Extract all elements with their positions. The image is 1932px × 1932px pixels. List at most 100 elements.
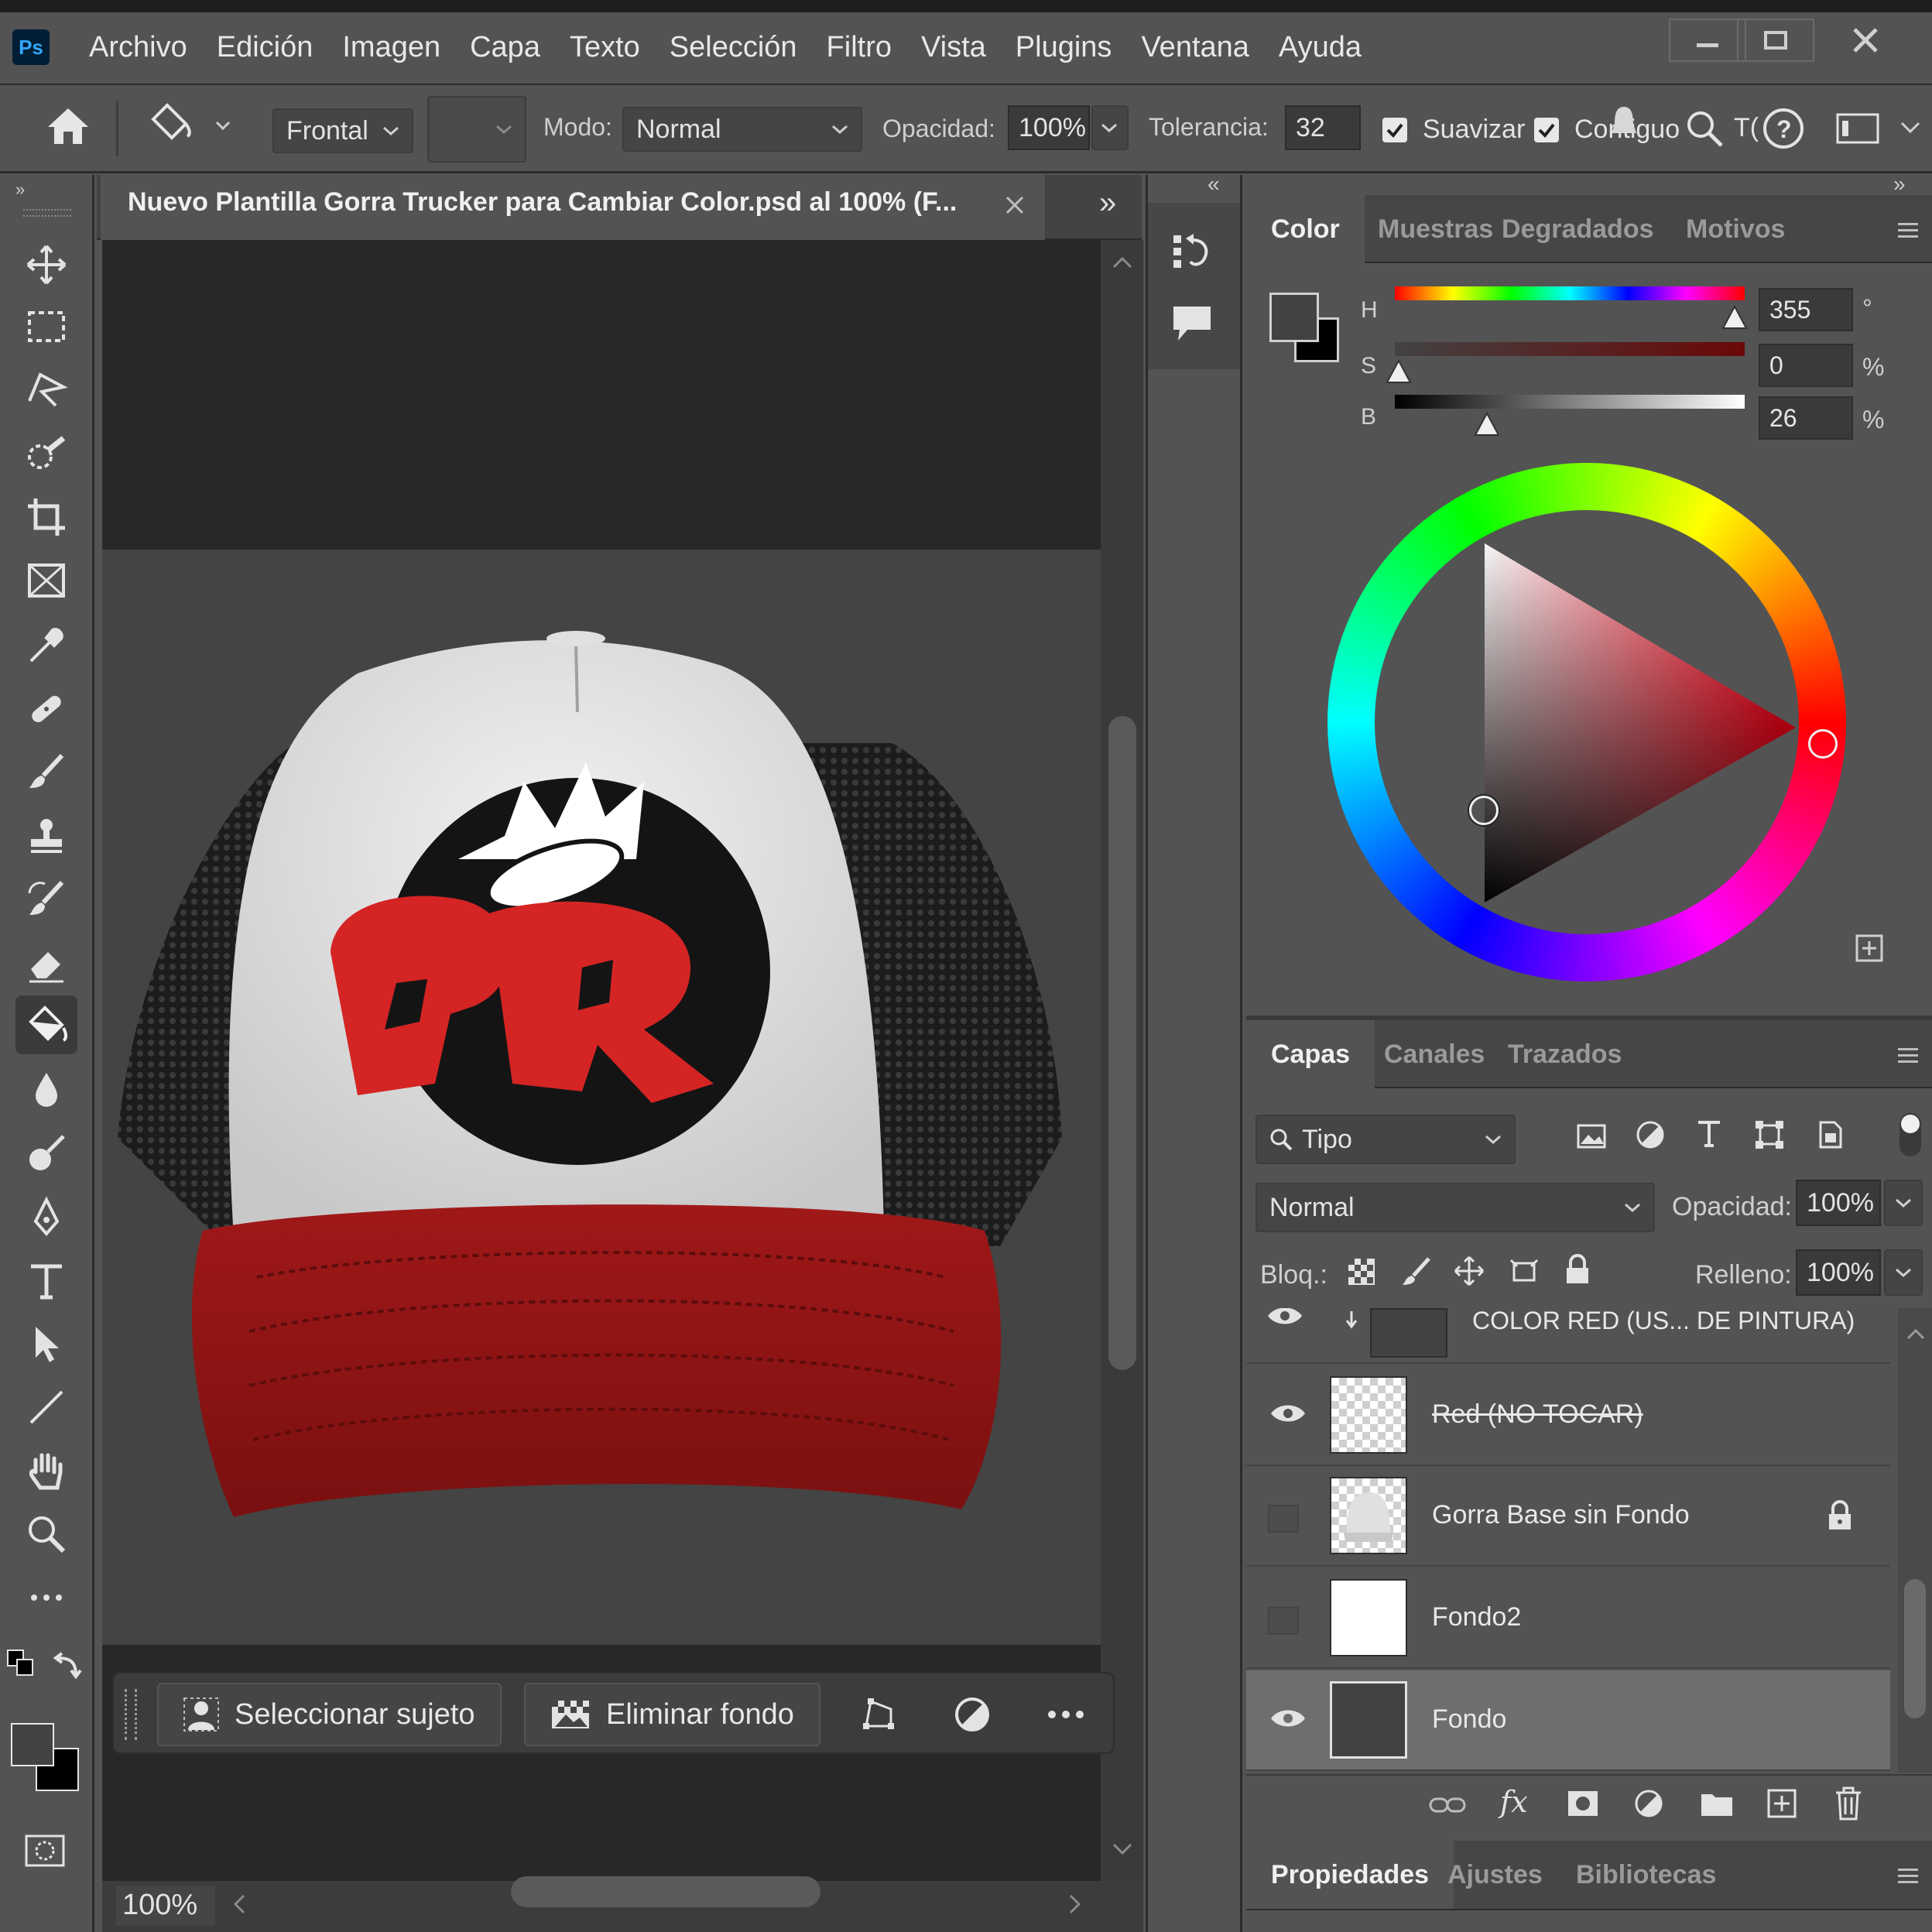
type-tool-icon[interactable]: [15, 1251, 77, 1310]
default-colors-icon[interactable]: [6, 1649, 37, 1684]
lock-position-icon[interactable]: [1454, 1255, 1485, 1286]
saturation-slider[interactable]: [1395, 342, 1745, 356]
help-icon[interactable]: ?: [1762, 107, 1805, 150]
remove-background-button[interactable]: Eliminar fondo: [524, 1683, 820, 1746]
quick-mask-icon[interactable]: [23, 1831, 67, 1874]
filter-smart-objects-icon[interactable]: [1814, 1119, 1845, 1150]
history-brush-tool-icon[interactable]: [15, 870, 77, 929]
hue-slider[interactable]: [1395, 286, 1745, 300]
scroll-up-icon[interactable]: [1112, 255, 1133, 269]
foreground-color-swatch[interactable]: [11, 1723, 54, 1766]
brush-tool-icon[interactable]: [15, 743, 77, 802]
saturation-slider-handle[interactable]: [1386, 359, 1412, 385]
frame-tool-icon[interactable]: [15, 551, 77, 610]
smooth-checkbox[interactable]: [1382, 118, 1407, 142]
layer-row-selected[interactable]: Fondo: [1246, 1670, 1890, 1771]
filter-pixel-layers-icon[interactable]: [1576, 1121, 1607, 1152]
tab-motivos[interactable]: Motivos: [1661, 195, 1810, 263]
layer-row[interactable]: Gorra Base sin Fondo: [1246, 1466, 1890, 1567]
opacity-dropdown[interactable]: [1091, 105, 1129, 150]
swap-colors-icon[interactable]: [53, 1649, 84, 1684]
hand-tool-icon[interactable]: [15, 1441, 77, 1500]
close-window-button[interactable]: [1827, 19, 1904, 62]
new-adjustment-layer-icon[interactable]: [1633, 1788, 1666, 1821]
quick-selection-tool-icon[interactable]: [15, 424, 77, 483]
menu-filtro[interactable]: Filtro: [812, 20, 906, 74]
zoom-level-field[interactable]: 100%: [116, 1886, 215, 1926]
link-layers-icon[interactable]: [1429, 1793, 1466, 1817]
bell-icon[interactable]: [1610, 102, 1638, 144]
vertical-scroll-thumb[interactable]: [1108, 716, 1136, 1370]
layer-opacity-dropdown[interactable]: [1884, 1180, 1923, 1226]
filter-toggle[interactable]: [1899, 1113, 1921, 1156]
hue-input[interactable]: 355: [1759, 288, 1853, 331]
delete-layer-trash-icon[interactable]: [1833, 1786, 1864, 1821]
layer-style-fx-icon[interactable]: fx: [1500, 1785, 1528, 1819]
menu-edicion[interactable]: Edición: [202, 20, 328, 74]
adjustment-layer-icon[interactable]: [953, 1695, 992, 1738]
brightness-slider[interactable]: [1395, 395, 1745, 409]
panel-grip[interactable]: [23, 209, 71, 217]
more-tools-icon[interactable]: [15, 1568, 77, 1627]
fill-source-select[interactable]: Frontal: [272, 108, 413, 153]
tab-color[interactable]: Color: [1246, 195, 1365, 263]
opacity-input[interactable]: 100%: [1008, 105, 1090, 150]
fill-input[interactable]: 100%: [1796, 1249, 1881, 1296]
layers-scroll-thumb[interactable]: [1904, 1579, 1926, 1718]
lock-artboard-icon[interactable]: [1508, 1255, 1540, 1286]
scroll-down-icon[interactable]: [1112, 1842, 1133, 1856]
saturation-input[interactable]: 0: [1759, 344, 1853, 387]
triangle-picker-handle[interactable]: [1469, 796, 1499, 825]
taskbar-grip[interactable]: [125, 1689, 137, 1740]
menu-plugins[interactable]: Plugins: [1001, 20, 1127, 74]
home-icon[interactable]: [45, 105, 91, 147]
fill-dropdown[interactable]: [1884, 1249, 1923, 1296]
tab-bibliotecas[interactable]: Bibliotecas: [1551, 1841, 1741, 1909]
brightness-slider-handle[interactable]: [1474, 412, 1500, 438]
panel-menu-icon[interactable]: [1898, 223, 1918, 242]
lock-transparent-pixels-icon[interactable]: [1347, 1257, 1376, 1286]
collapse-right-dock-icon[interactable]: »: [1893, 172, 1906, 197]
filter-type-layers-icon[interactable]: [1694, 1118, 1725, 1149]
paint-bucket-tool-icon[interactable]: [15, 995, 77, 1054]
color-panel-foreground[interactable]: [1269, 293, 1319, 342]
horizontal-scroll-thumb[interactable]: [511, 1876, 820, 1907]
select-subject-button[interactable]: Seleccionar sujeto: [157, 1683, 502, 1746]
layer-row[interactable]: Fondo2: [1246, 1568, 1890, 1669]
more-options-icon[interactable]: [1046, 1695, 1086, 1738]
lock-all-icon[interactable]: [1564, 1254, 1591, 1285]
hue-ring-handle[interactable]: [1808, 729, 1838, 759]
layer-filter-select[interactable]: Tipo: [1255, 1115, 1516, 1164]
crop-tool-icon[interactable]: [15, 488, 77, 546]
tab-capas[interactable]: Capas: [1246, 1020, 1375, 1088]
layer-row[interactable]: COLOR RED (US... DE PINTURA): [1246, 1308, 1890, 1364]
scroll-left-icon[interactable]: [232, 1893, 246, 1915]
hue-slider-handle[interactable]: [1721, 305, 1748, 331]
collapse-panels-icon[interactable]: »: [1099, 186, 1116, 221]
menu-vista[interactable]: Vista: [906, 20, 1001, 74]
maximize-button[interactable]: [1737, 19, 1814, 62]
history-panel-icon[interactable]: [1170, 231, 1214, 274]
layer-opacity-input[interactable]: 100%: [1796, 1180, 1881, 1226]
tab-ajustes[interactable]: Ajustes: [1423, 1841, 1567, 1909]
pen-tool-icon[interactable]: [15, 1187, 77, 1246]
collapse-double-chevron-icon[interactable]: »: [15, 180, 25, 200]
paint-bucket-preset-icon[interactable]: [146, 99, 231, 146]
menu-ayuda[interactable]: Ayuda: [1264, 20, 1376, 74]
add-mask-icon[interactable]: [1567, 1790, 1599, 1817]
pattern-picker[interactable]: [427, 96, 526, 163]
menu-ventana[interactable]: Ventana: [1126, 20, 1263, 74]
menu-capa[interactable]: Capa: [455, 20, 555, 74]
clone-stamp-tool-icon[interactable]: [15, 807, 77, 865]
filter-adjustment-layers-icon[interactable]: [1635, 1119, 1666, 1150]
menu-imagen[interactable]: Imagen: [327, 20, 455, 74]
chevron-down-icon[interactable]: [1899, 121, 1921, 135]
move-tool-icon[interactable]: [15, 235, 77, 294]
expand-panels-icon[interactable]: «: [1208, 172, 1220, 197]
brightness-input[interactable]: 26: [1759, 396, 1853, 440]
canvas-image[interactable]: [102, 550, 1101, 1645]
add-swatch-icon[interactable]: [1855, 933, 1884, 963]
tolerance-input[interactable]: 32: [1285, 105, 1361, 150]
lasso-tool-icon[interactable]: [15, 361, 77, 420]
marquee-tool-icon[interactable]: [15, 297, 77, 356]
